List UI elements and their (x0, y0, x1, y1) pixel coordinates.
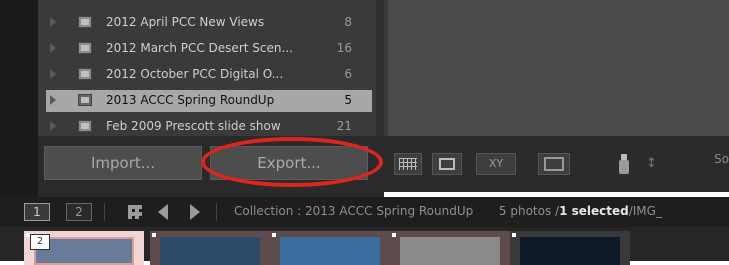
import-button[interactable]: Import... (44, 146, 202, 180)
divider (216, 203, 217, 221)
back-arrow-icon[interactable] (158, 204, 168, 220)
collection-name: 2012 April PCC New Views (106, 15, 265, 29)
collection-icon (78, 94, 92, 106)
primary-display-button[interactable]: 1 (24, 203, 50, 221)
grid-icon[interactable] (128, 205, 142, 219)
collection-item[interactable]: 2012 April PCC New Views 8 (46, 12, 372, 34)
collection-icon (78, 42, 92, 54)
thumbnail-badge: 2 (30, 234, 50, 250)
collection-scrollbar[interactable] (376, 0, 384, 136)
thumbnail[interactable] (510, 231, 630, 265)
thumbnail-corner-marker (272, 233, 276, 237)
disclosure-triangle-icon[interactable] (50, 43, 56, 53)
thumbnail[interactable] (150, 231, 270, 265)
annotation-oval (201, 137, 383, 187)
thumbnail[interactable] (270, 231, 390, 265)
painter-spray-icon[interactable] (616, 152, 632, 176)
filmstrip-header: 1 2 Collection : 2013 ACCC Spring RoundU… (0, 197, 729, 227)
forward-arrow-icon[interactable] (190, 204, 200, 220)
collection-icon (78, 68, 92, 80)
loupe-view-icon[interactable] (432, 153, 462, 175)
collection-item[interactable]: 2012 October PCC Digital O... 6 (46, 64, 372, 86)
selected-count: 1 selected (559, 204, 629, 218)
view-toolbar: XY ↕ (384, 136, 729, 192)
collection-item[interactable]: Feb 2009 Prescott slide show 21 (46, 116, 372, 136)
compare-view-icon[interactable]: XY (476, 153, 516, 175)
disclosure-triangle-icon[interactable] (50, 121, 56, 131)
collection-count: 8 (344, 15, 352, 29)
collection-name: 2013 ACCC Spring RoundUp (106, 93, 275, 107)
collection-count: 21 (336, 119, 352, 133)
source-label: Collection : 2013 ACCC Spring RoundUp (234, 204, 474, 218)
collection-item-selected[interactable]: 2013 ACCC Spring RoundUp 5 (46, 90, 372, 112)
collection-icon (78, 120, 92, 132)
secondary-display-button[interactable]: 2 (66, 203, 92, 221)
thumbnail[interactable] (390, 231, 510, 265)
thumbnail-selected[interactable]: 2 (24, 231, 144, 265)
filmstrip: 2 (0, 227, 729, 265)
divider (104, 203, 105, 221)
disclosure-triangle-icon[interactable] (50, 69, 56, 79)
grid-view-icon[interactable] (394, 153, 422, 175)
preview-area (384, 0, 729, 136)
disclosure-triangle-icon[interactable] (50, 17, 56, 27)
collection-name: Feb 2009 Prescott slide show (106, 119, 281, 133)
collection-count: 5 (344, 93, 352, 107)
thumbnail-corner-marker (392, 233, 396, 237)
disclosure-triangle-icon[interactable] (50, 95, 56, 105)
photo-count: 5 photos / (498, 204, 560, 218)
thumbnail-corner-marker (152, 233, 156, 237)
sort-direction-icon[interactable]: ↕ (646, 152, 706, 176)
collection-item[interactable]: 2012 March PCC Desert Scen... 16 (46, 38, 372, 60)
thumbnail-corner-marker (512, 233, 516, 237)
collection-count: 6 (344, 67, 352, 81)
sort-glyph: ↕ (646, 156, 657, 171)
collection-name: 2012 October PCC Digital O... (106, 67, 284, 81)
survey-view-icon[interactable] (538, 153, 570, 175)
sort-label: So (714, 152, 729, 166)
file-name: /IMG_ (628, 204, 662, 218)
collection-list: 2012 April PCC New Views 8 2012 March PC… (38, 0, 376, 136)
left-panel-gutter (0, 0, 38, 197)
collection-icon (78, 16, 92, 28)
collection-name: 2012 March PCC Desert Scen... (106, 41, 293, 55)
filmstrip-source-info: Collection : 2013 ACCC Spring RoundUp 5 … (234, 204, 662, 218)
collection-count: 16 (336, 41, 352, 55)
